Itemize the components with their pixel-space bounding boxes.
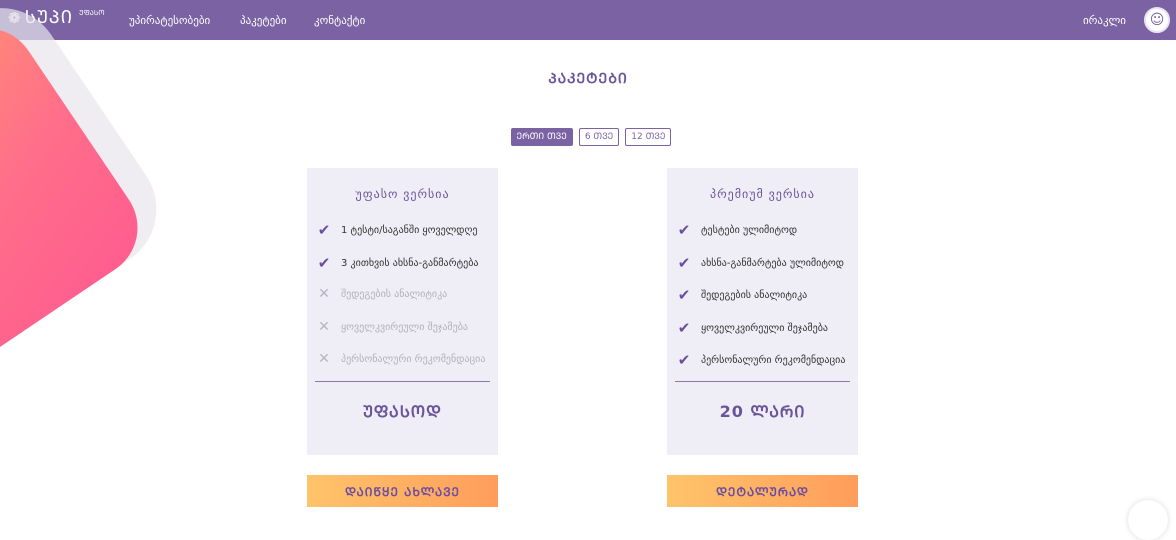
premium-feature-item: ✔ ყოველკვირეული შეჯამება (675, 319, 828, 337)
free-feature-item: ✕ პერსონალური რეკომენდაცია (315, 351, 485, 367)
check-icon: ✔ (677, 221, 691, 239)
page-title: ᲞᲐᲙᲔᲢᲔᲑᲘ (548, 71, 628, 87)
premium-plan-card: პრემიუმ ვერსია ✔ ტესტები ულიმიტოდ ✔ ახსნ… (667, 168, 858, 455)
free-plan-card: უფასო ვერსია ✔ 1 ტესტი/საგანში ყოველდღე … (307, 168, 498, 455)
free-plan-title: უფასო ვერსია (355, 187, 450, 201)
feature-label: შედეგების ანალიტიკა (341, 288, 448, 300)
period-selector: ᲔᲠᲗᲘ ᲗᲕᲔ 6 ᲗᲕᲔ 12 ᲗᲕᲔ (0, 128, 1176, 146)
feature-label: 1 ტესტი/საგანში ყოველდღე (341, 224, 478, 236)
feature-label: პერსონალური რეკომენდაცია (701, 354, 846, 366)
period-one-month-button[interactable]: ᲔᲠᲗᲘ ᲗᲕᲔ (510, 128, 573, 146)
premium-plan-price: 20 ᲚᲐᲠᲘ (719, 402, 806, 421)
period-six-months-button[interactable]: 6 ᲗᲕᲔ (578, 128, 620, 146)
top-navbar: ❁ ᲡᲣᲞᲘ ᲣᲤᲐᲡᲝ უპირატესობები პაკეტები კონტ… (0, 0, 1176, 40)
feature-label: 3 კითხვის ახსნა-განმარტება (341, 257, 479, 269)
nav-link-contact[interactable]: კონტაქტი (314, 14, 365, 27)
check-icon: ✔ (317, 254, 331, 272)
details-button[interactable]: ᲓᲔᲢᲐᲚᲣᲠᲐᲓ (667, 475, 858, 507)
check-icon: ✔ (677, 351, 691, 369)
feature-label: შედეგების ანალიტიკა (701, 289, 808, 301)
cross-icon: ✕ (318, 351, 330, 367)
avatar-icon[interactable]: ☺ (1144, 7, 1170, 33)
start-now-button[interactable]: ᲓᲐᲘᲬᲧᲔ ᲐᲮᲚᲐᲕᲔ (307, 475, 498, 507)
nav-link-advantages[interactable]: უპირატესობები (129, 14, 210, 27)
card-divider (675, 381, 850, 382)
check-icon: ✔ (677, 286, 691, 304)
free-feature-item: ✔ 1 ტესტი/საგანში ყოველდღე (315, 221, 478, 239)
feature-label: ტესტები ულიმიტოდ (701, 224, 798, 236)
free-feature-item: ✕ შედეგების ანალიტიკა (315, 286, 447, 302)
free-feature-item: ✕ ყოველკვირეული შეჯამება (315, 319, 468, 335)
check-icon: ✔ (677, 254, 691, 272)
premium-feature-item: ✔ შედეგების ანალიტიკა (675, 286, 808, 304)
card-divider (315, 381, 490, 382)
feature-label: ყოველკვირეული შეჯამება (341, 321, 468, 333)
cross-icon: ✕ (318, 286, 330, 302)
feature-label: ახსნა-განმარტება ულიმიტოდ (701, 257, 844, 269)
nav-link-packages[interactable]: პაკეტები (240, 14, 287, 27)
check-icon: ✔ (317, 221, 331, 239)
period-twelve-months-button[interactable]: 12 ᲗᲕᲔ (625, 128, 672, 146)
premium-feature-item: ✔ ახსნა-განმარტება ულიმიტოდ (675, 254, 844, 272)
user-name[interactable]: ირაკლი (1083, 14, 1126, 27)
feature-label: ყოველკვირეული შეჯამება (701, 322, 828, 334)
cross-icon: ✕ (318, 319, 330, 335)
logo-subtitle: ᲣᲤᲐᲡᲝ (79, 9, 105, 17)
premium-plan-title: პრემიუმ ვერსია (710, 187, 815, 201)
chat-icon[interactable] (1128, 500, 1168, 540)
feature-label: პერსონალური რეკომენდაცია (341, 353, 486, 365)
premium-feature-item: ✔ პერსონალური რეკომენდაცია (675, 351, 846, 369)
premium-feature-item: ✔ ტესტები ულიმიტოდ (675, 221, 797, 239)
check-icon: ✔ (677, 319, 691, 337)
free-feature-item: ✔ 3 კითხვის ახსნა-განმარტება (315, 254, 479, 272)
free-plan-price: ᲣᲤᲐᲡᲝᲓ (363, 402, 442, 421)
